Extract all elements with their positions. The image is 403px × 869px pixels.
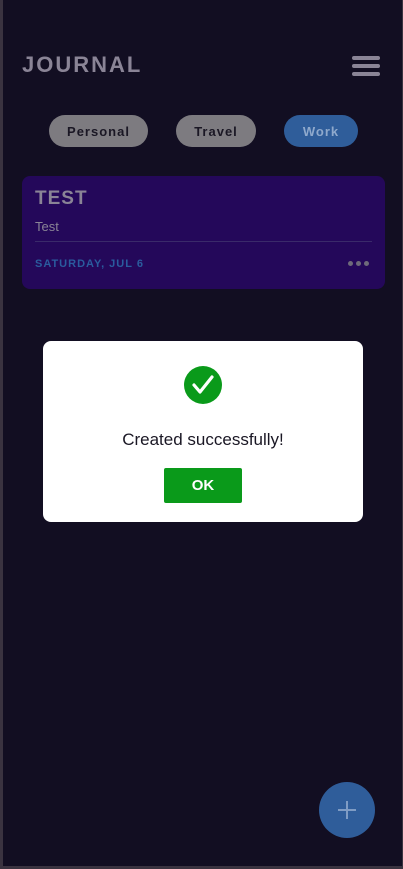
filter-chip-work[interactable]: Work — [284, 115, 358, 147]
entry-date: SATURDAY, JUL 6 — [35, 258, 144, 270]
app-title: JOURNAL — [22, 52, 143, 77]
add-entry-button[interactable] — [319, 782, 375, 838]
check-circle-icon — [184, 366, 222, 404]
app-header: JOURNAL — [3, 40, 402, 90]
app-screen: JOURNAL Personal Travel Work TEST Test S… — [3, 0, 402, 866]
dialog-message: Created successfully! — [122, 430, 284, 449]
success-dialog: Created successfully! OK — [43, 341, 363, 522]
hamburger-menu-icon[interactable] — [352, 56, 380, 76]
filter-chip-personal[interactable]: Personal — [49, 115, 148, 147]
ok-button[interactable]: OK — [164, 468, 242, 503]
journal-entry-card[interactable]: TEST Test SATURDAY, JUL 6 — [22, 176, 385, 289]
plus-icon — [338, 801, 356, 819]
filter-chip-travel[interactable]: Travel — [176, 115, 256, 147]
more-options-icon[interactable] — [348, 260, 370, 268]
entry-body: Test — [35, 219, 59, 234]
entry-divider — [35, 241, 372, 242]
entry-title: TEST — [35, 188, 88, 209]
category-filters: Personal Travel Work — [3, 115, 402, 148]
